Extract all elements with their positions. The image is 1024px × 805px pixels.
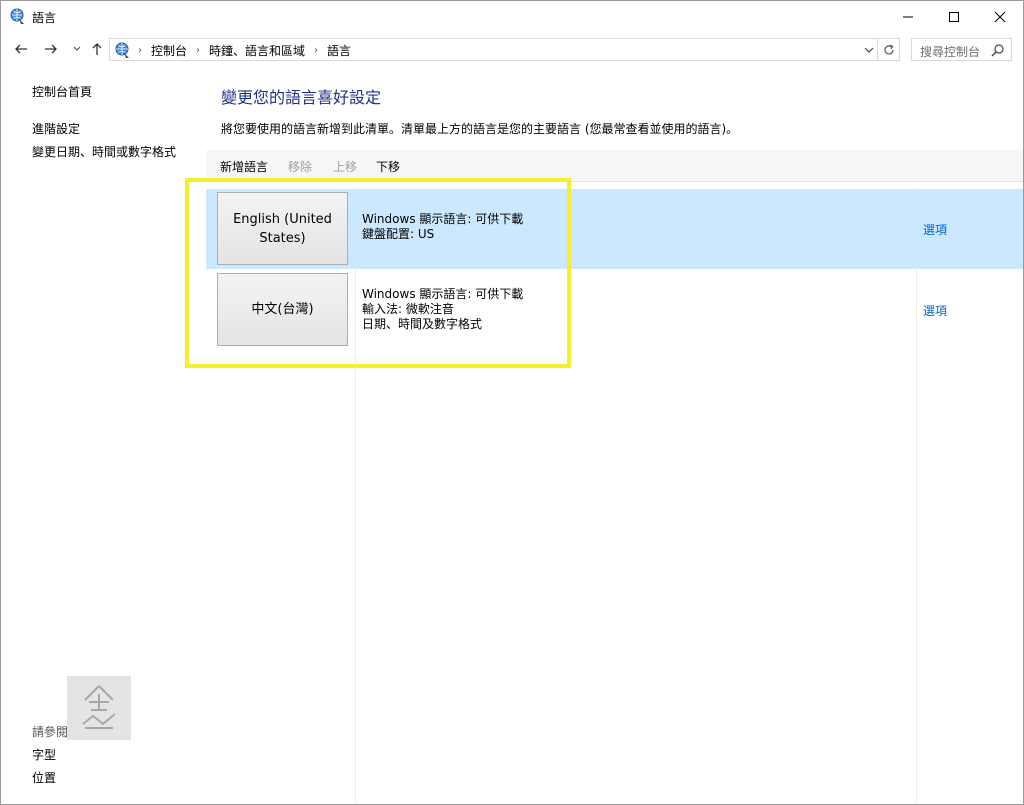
- date-time-number-format: 日期、時間及數字格式: [362, 317, 483, 331]
- display-language-status: Windows 顯示語言: 可供下載: [362, 212, 524, 226]
- close-button[interactable]: [977, 1, 1023, 33]
- breadcrumb: › 控制台 › 時鐘、語言和區域 › 語言: [134, 42, 351, 59]
- move-down-button[interactable]: 下移: [376, 158, 400, 175]
- remove-button[interactable]: 移除: [288, 158, 312, 175]
- sidebar-item-control-panel-home[interactable]: 控制台首頁: [32, 83, 92, 100]
- maximize-button[interactable]: [931, 1, 977, 33]
- display-language-status: Windows 顯示語言: 可供下載: [362, 287, 524, 301]
- page-title: 變更您的語言喜好設定: [221, 88, 382, 107]
- search-icon[interactable]: [991, 43, 1005, 57]
- input-method: 輸入法: 微軟注音: [362, 302, 454, 316]
- see-also-location-link[interactable]: 位置: [32, 769, 56, 786]
- title-bar[interactable]: 語言: [1, 1, 1023, 33]
- refresh-button[interactable]: [878, 38, 900, 61]
- window-title: 語言: [32, 11, 57, 25]
- language-tile-english[interactable]: English (United States): [217, 192, 348, 265]
- language-row-chinese-taiwan[interactable]: 中文(台灣) Windows 顯示語言: 可供下載 輸入法: 微軟注音 日期、時…: [206, 270, 1023, 350]
- breadcrumb-control-panel[interactable]: 控制台: [151, 42, 187, 59]
- search-box[interactable]: 搜尋控制台: [911, 38, 1012, 61]
- forward-arrow-icon[interactable]: [41, 39, 61, 59]
- language-details: Windows 顯示語言: 可供下載 輸入法: 微軟注音 日期、時間及數字格式: [362, 287, 523, 332]
- maximize-icon: [949, 12, 959, 22]
- see-also-heading: 請參閱: [32, 725, 69, 739]
- address-dropdown-chevron-icon[interactable]: [862, 42, 876, 58]
- sidebar-item-advanced-settings[interactable]: 進階設定: [32, 120, 80, 137]
- options-link[interactable]: 選項: [923, 302, 947, 319]
- page-description: 將您要使用的語言新增到此清單。清單最上方的語言是您的主要語言 (您最常查看並使用…: [221, 122, 739, 136]
- chevron-right-icon[interactable]: ›: [138, 45, 142, 56]
- chevron-right-icon[interactable]: ›: [196, 45, 200, 56]
- navigation-bar: › 控制台 › 時鐘、語言和區域 › 語言 搜尋控制台: [1, 35, 1023, 63]
- minimize-button[interactable]: [885, 1, 931, 33]
- see-also-fonts-link[interactable]: 字型: [32, 746, 56, 763]
- options-link[interactable]: 選項: [923, 221, 947, 238]
- up-arrow-icon[interactable]: [87, 39, 107, 59]
- control-panel-globe-icon: [114, 41, 132, 59]
- minimize-icon: [903, 16, 913, 18]
- refresh-icon: [883, 43, 894, 54]
- close-icon: [994, 11, 1006, 23]
- watermark-seal: [67, 676, 131, 740]
- recent-locations-chevron-icon[interactable]: [67, 39, 87, 59]
- sidebar-item-change-date-time-format[interactable]: 變更日期、時間或數字格式: [32, 143, 176, 160]
- back-arrow-icon[interactable]: [11, 39, 31, 59]
- search-input[interactable]: 搜尋控制台: [920, 43, 980, 60]
- language-tile-chinese-taiwan[interactable]: 中文(台灣): [217, 273, 348, 346]
- add-language-button[interactable]: 新增語言: [220, 158, 268, 175]
- chevron-right-icon[interactable]: ›: [314, 45, 318, 56]
- language-window: 語言 › 控制台 › 時鐘、語言和區域 › 語言 搜尋控制台 控制台首頁 進階設…: [0, 0, 1024, 805]
- breadcrumb-clock-language-region[interactable]: 時鐘、語言和區域: [209, 42, 305, 59]
- keyboard-layout: 鍵盤配置: US: [362, 227, 435, 241]
- address-bar[interactable]: › 控制台 › 時鐘、語言和區域 › 語言: [109, 38, 878, 61]
- move-up-button[interactable]: 上移: [333, 158, 357, 175]
- language-row-english[interactable]: English (United States) Windows 顯示語言: 可供…: [206, 189, 1023, 269]
- language-toolbar: 新增語言 移除 上移 下移: [206, 150, 1023, 182]
- breadcrumb-language[interactable]: 語言: [327, 42, 351, 59]
- language-details: Windows 顯示語言: 可供下載 鍵盤配置: US: [362, 212, 523, 242]
- control-panel-globe-icon: [9, 8, 27, 26]
